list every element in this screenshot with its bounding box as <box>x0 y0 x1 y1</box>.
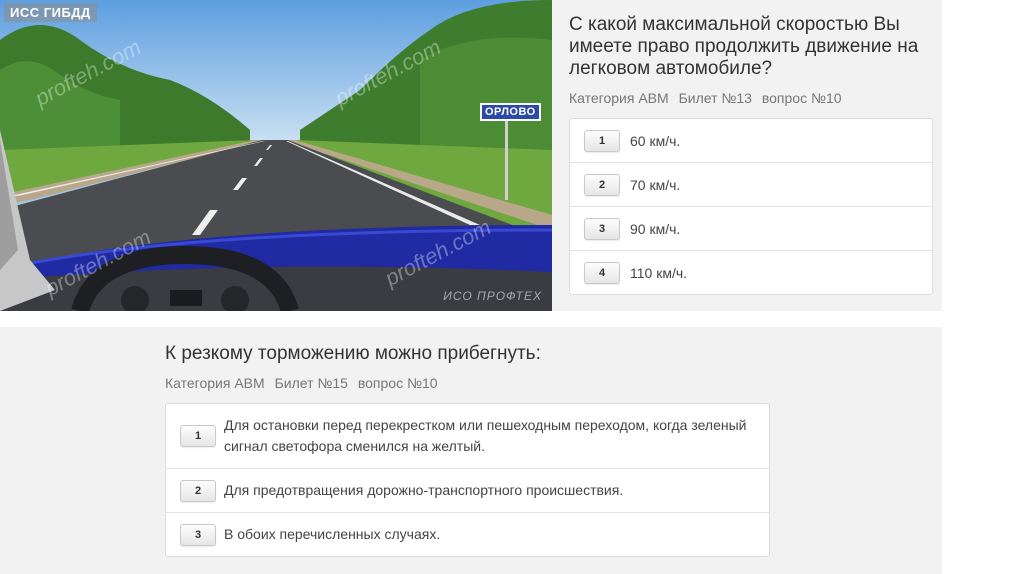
answer-text: 70 км/ч. <box>630 176 681 193</box>
category-label: Категория ABM <box>569 90 669 106</box>
question-number-label: вопрос №10 <box>761 90 842 106</box>
answer-text: Для остановки перед перекрестком или пеш… <box>224 417 747 454</box>
question-meta: Категория ABM Билет №15 вопрос №10 <box>165 375 770 391</box>
answer-text: 110 км/ч. <box>630 264 688 281</box>
question-block-2: К резкому торможению можно прибегнуть: К… <box>165 343 770 557</box>
gibdd-logo: ИСС ГИБДД <box>4 3 97 22</box>
answer-number-button[interactable]: 2 <box>180 479 216 502</box>
answer-list: 1 Для остановки перед перекрестком или п… <box>165 403 770 557</box>
answer-option[interactable]: 4 110 км/ч. <box>570 250 932 294</box>
question-number-label: вопрос №10 <box>357 375 438 391</box>
road-sign: ОРЛОВО <box>480 103 541 121</box>
answer-number-button[interactable]: 4 <box>584 261 620 284</box>
answer-option[interactable]: 3 В обоих перечисленных случаях. <box>166 512 769 556</box>
question-block-1: С какой максимальной скоростью Вы имеете… <box>569 14 933 295</box>
answer-text: 60 км/ч. <box>630 132 681 149</box>
answer-number-button[interactable]: 1 <box>584 129 620 152</box>
answer-text: 90 км/ч. <box>630 220 681 237</box>
answer-option[interactable]: 3 90 км/ч. <box>570 206 932 250</box>
answer-number-button[interactable]: 2 <box>584 173 620 196</box>
category-label: Категория ABM <box>165 375 265 391</box>
brand-mark: ИСО ПРОФТЕХ <box>443 289 542 303</box>
ticket-label: Билет №15 <box>274 375 348 391</box>
question-card-2: К резкому торможению можно прибегнуть: К… <box>0 327 942 574</box>
question-meta: Категория ABM Билет №13 вопрос №10 <box>569 90 933 106</box>
answer-text: Для предотвращения дорожно-транспортного… <box>224 482 624 498</box>
answer-number-button[interactable]: 3 <box>584 217 620 240</box>
question-text: К резкому торможению можно прибегнуть: <box>165 343 541 364</box>
question-text: С какой максимальной скоростью Вы имеете… <box>569 14 919 79</box>
answer-list: 1 60 км/ч. 2 70 км/ч. 3 90 км/ч. 4 110 к… <box>569 118 933 295</box>
answer-option[interactable]: 1 Для остановки перед перекрестком или п… <box>166 404 769 468</box>
question-image: ИСС ГИБДД ОРЛОВО profteh.com profteh.com… <box>0 0 552 311</box>
answer-option[interactable]: 2 70 км/ч. <box>570 162 932 206</box>
answer-number-button[interactable]: 3 <box>180 523 216 546</box>
question-card-1: ИСС ГИБДД ОРЛОВО profteh.com profteh.com… <box>0 0 942 311</box>
answer-text: В обоих перечисленных случаях. <box>224 526 441 542</box>
answer-number-button[interactable]: 1 <box>180 425 216 447</box>
answer-option[interactable]: 2 Для предотвращения дорожно-транспортно… <box>166 468 769 512</box>
answer-option[interactable]: 1 60 км/ч. <box>570 119 932 162</box>
ticket-label: Билет №13 <box>678 90 752 106</box>
